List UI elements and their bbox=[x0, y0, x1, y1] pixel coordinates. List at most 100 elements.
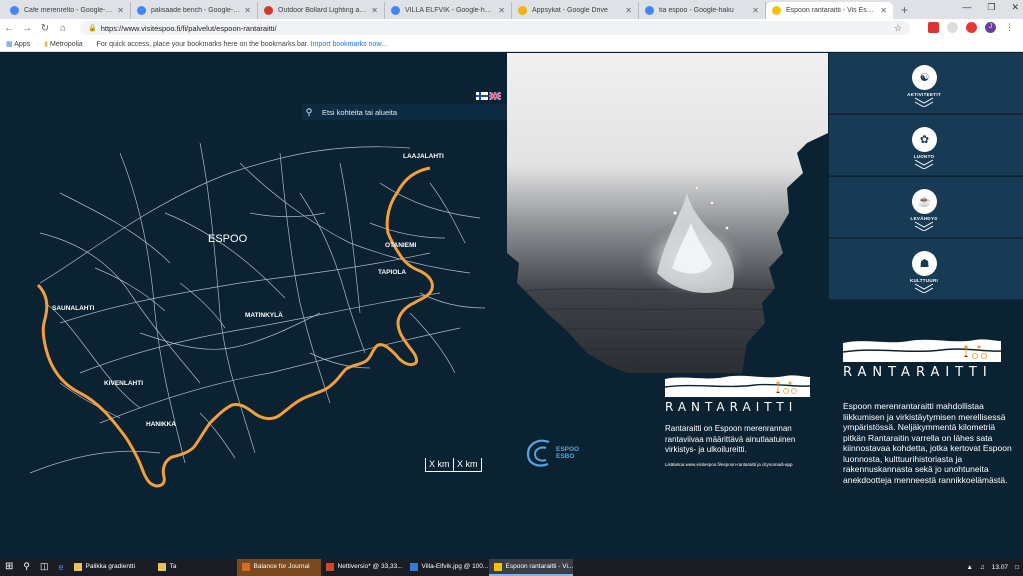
taskbar-app[interactable]: Villa-Elfvik.jpg @ 100... bbox=[405, 559, 489, 576]
chevron-down-icon[interactable] bbox=[914, 97, 934, 107]
place-label[interactable]: MATINKYLÄ bbox=[245, 311, 283, 319]
window-controls: — ❐ ✕ bbox=[962, 2, 1019, 13]
browser-tab[interactable]: Appsykat - Google Drive ✕ bbox=[512, 2, 639, 19]
place-label[interactable]: SAUNALAHTI bbox=[52, 305, 94, 312]
road-network bbox=[29, 142, 486, 474]
bookmarks-bar: ▦ Apps ▮ Metropolia For quick access, pl… bbox=[0, 37, 1023, 52]
espoo-logo-text: ESPOO ESBO bbox=[556, 446, 580, 460]
chevron-down-icon[interactable] bbox=[914, 221, 934, 231]
metropolia-bookmark[interactable]: ▮ Metropolia bbox=[44, 40, 83, 48]
network-icon[interactable]: ▲ bbox=[966, 564, 972, 571]
close-tab-icon[interactable]: ✕ bbox=[880, 6, 887, 15]
english-flag-icon[interactable] bbox=[489, 92, 501, 100]
browser-tab[interactable]: palisaade bench - Google-haku ✕ bbox=[131, 2, 258, 19]
category-menu: ☯ AKTIVITEETIT ✿ LUONTO ☕ LEVÄHDYS ☗ KULTTUURI bbox=[829, 53, 1023, 301]
extension-icon[interactable] bbox=[928, 22, 939, 33]
windows-start-icon[interactable]: ⊞ bbox=[0, 559, 18, 576]
new-tab-button[interactable]: + bbox=[893, 2, 916, 19]
place-label[interactable]: HANIKKA bbox=[146, 421, 176, 428]
taskbar-app[interactable]: Balance for Journal bbox=[236, 559, 321, 576]
close-tab-icon[interactable]: ✕ bbox=[244, 6, 251, 15]
category-luonto[interactable]: ✿ LUONTO bbox=[829, 115, 1023, 176]
bookmarks-hint: For quick access, place your bookmarks h… bbox=[96, 40, 387, 48]
chevron-down-icon[interactable] bbox=[914, 159, 934, 169]
coastline-mask bbox=[507, 133, 828, 373]
task-view-icon[interactable]: ◫ bbox=[35, 559, 54, 576]
taskbar-app[interactable]: Nettiversio* @ 33,33... bbox=[321, 559, 405, 576]
browser-tab-strip: Cafe merenrelto - Google-haku ✕ palisaade … bbox=[0, 0, 1023, 19]
browser-tab[interactable]: tia espoo - Google-haku ✕ bbox=[639, 2, 766, 19]
taskbar-app[interactable]: Ta bbox=[153, 559, 237, 576]
site-icon bbox=[264, 6, 273, 15]
taskbar-app[interactable]: Palikka gradientti bbox=[69, 559, 153, 576]
close-window-icon[interactable]: ✕ bbox=[1011, 2, 1019, 13]
browser-tab[interactable]: Cafe merenrelto - Google-haku ✕ bbox=[4, 2, 131, 19]
reload-icon[interactable]: ↻ bbox=[36, 23, 54, 34]
search-icon[interactable]: ⚲ bbox=[302, 107, 316, 118]
edge-icon[interactable]: e bbox=[54, 559, 69, 576]
folder-icon: ▮ bbox=[44, 41, 49, 48]
minimize-icon[interactable]: — bbox=[962, 2, 971, 13]
more-info-link[interactable]: Lisätietoa www.visitespoo.fi/espoon-rant… bbox=[665, 462, 835, 467]
menu-icon[interactable]: ⋮ bbox=[1004, 22, 1015, 33]
app-icon bbox=[409, 562, 418, 571]
drive-icon bbox=[518, 6, 527, 15]
apps-bookmark[interactable]: ▦ Apps bbox=[6, 40, 30, 48]
category-kulttuuri[interactable]: ☗ KULTTUURI bbox=[829, 239, 1023, 300]
extension-icon[interactable] bbox=[947, 22, 958, 33]
adblock-icon[interactable] bbox=[966, 22, 977, 33]
profile-avatar[interactable]: J bbox=[985, 22, 996, 33]
home-icon[interactable]: ⌂ bbox=[54, 23, 72, 34]
place-label[interactable]: KIVENLAHTI bbox=[104, 380, 143, 387]
search-input[interactable]: Etsi kohteita tai alueita bbox=[322, 108, 397, 117]
taskbar-app-label: Balance for Journal bbox=[253, 563, 310, 570]
google-icon bbox=[391, 6, 400, 15]
address-bar[interactable]: 🔒 https://www.visitespoo.fi/fi/palvelut/… bbox=[80, 21, 910, 35]
apps-grid-icon: ▦ bbox=[6, 41, 13, 48]
search-taskbar-icon[interactable]: ⚲ bbox=[18, 559, 35, 576]
app-icon bbox=[493, 562, 502, 571]
tab-title: VILLA ELFVIK - Google-haku bbox=[405, 7, 495, 14]
map[interactable]: ESPOO LAAJALAHTI OTANIEMI TAPIOLA SAUNAL… bbox=[0, 53, 507, 559]
import-bookmarks-link[interactable]: Import bookmarks now... bbox=[311, 41, 387, 48]
taskbar-app-label: Nettiversio* @ 33,33... bbox=[337, 563, 403, 570]
close-tab-icon[interactable]: ✕ bbox=[498, 6, 505, 15]
rantaraitti-route bbox=[36, 166, 434, 488]
browser-tab[interactable]: Espoon rantaraitti - Vis Espoo ✕ bbox=[766, 2, 893, 19]
bookmark-star-icon[interactable]: ☆ bbox=[894, 23, 902, 34]
google-icon bbox=[137, 6, 146, 15]
chevron-down-icon[interactable] bbox=[914, 283, 934, 293]
back-icon[interactable]: ← bbox=[0, 23, 18, 34]
browser-tab[interactable]: Outdoor Bollard Lighting and Lig✕ bbox=[258, 2, 385, 19]
browser-tab[interactable]: VILLA ELFVIK - Google-haku ✕ bbox=[385, 2, 512, 19]
forward-icon[interactable]: → bbox=[18, 23, 36, 34]
volume-icon[interactable]: ♫ bbox=[980, 564, 985, 571]
close-tab-icon[interactable]: ✕ bbox=[371, 6, 378, 15]
rantaraitti-wordmark: RANTARAITTI bbox=[665, 400, 798, 414]
place-label[interactable]: OTANIEMI bbox=[385, 242, 416, 249]
category-levähdys[interactable]: ☕ LEVÄHDYS bbox=[829, 177, 1023, 238]
scale-bar: X km bbox=[425, 458, 454, 472]
espoo-logo-mark bbox=[526, 439, 550, 467]
description-long: Espoon merenrantaraitti mahdollistaa lii… bbox=[843, 401, 1012, 485]
app-icon bbox=[241, 562, 250, 571]
close-tab-icon[interactable]: ✕ bbox=[752, 6, 759, 15]
tab-title: Cafe merenrelto - Google-haku bbox=[24, 7, 114, 14]
close-tab-icon[interactable]: ✕ bbox=[625, 6, 632, 15]
clock[interactable]: 13.07 bbox=[992, 564, 1008, 571]
rantaraitti-wordmark: RANTARAITTI bbox=[843, 365, 993, 380]
taskbar-app-label: Espoon rantaraitti - Vi... bbox=[505, 563, 573, 570]
finnish-flag-icon[interactable] bbox=[476, 92, 488, 100]
search-bar[interactable]: ⚲ Etsi kohteita tai alueita bbox=[302, 104, 507, 120]
culture-icon: ☗ bbox=[912, 251, 937, 276]
restore-icon[interactable]: ❐ bbox=[987, 2, 995, 13]
scale-bar: X km bbox=[453, 458, 482, 472]
close-tab-icon[interactable]: ✕ bbox=[117, 6, 124, 15]
taskbar-app[interactable]: Espoon rantaraitti - Vi... bbox=[488, 559, 573, 576]
place-label[interactable]: TAPIOLA bbox=[378, 269, 406, 276]
category-aktiviteetit[interactable]: ☯ AKTIVITEETIT bbox=[829, 53, 1023, 114]
rest-icon: ☕ bbox=[912, 189, 937, 214]
notifications-icon[interactable]: □ bbox=[1015, 564, 1019, 571]
place-label[interactable]: LAAJALAHTI bbox=[403, 153, 444, 160]
rantaraitti-logo: RANTARAITTI bbox=[664, 371, 811, 414]
